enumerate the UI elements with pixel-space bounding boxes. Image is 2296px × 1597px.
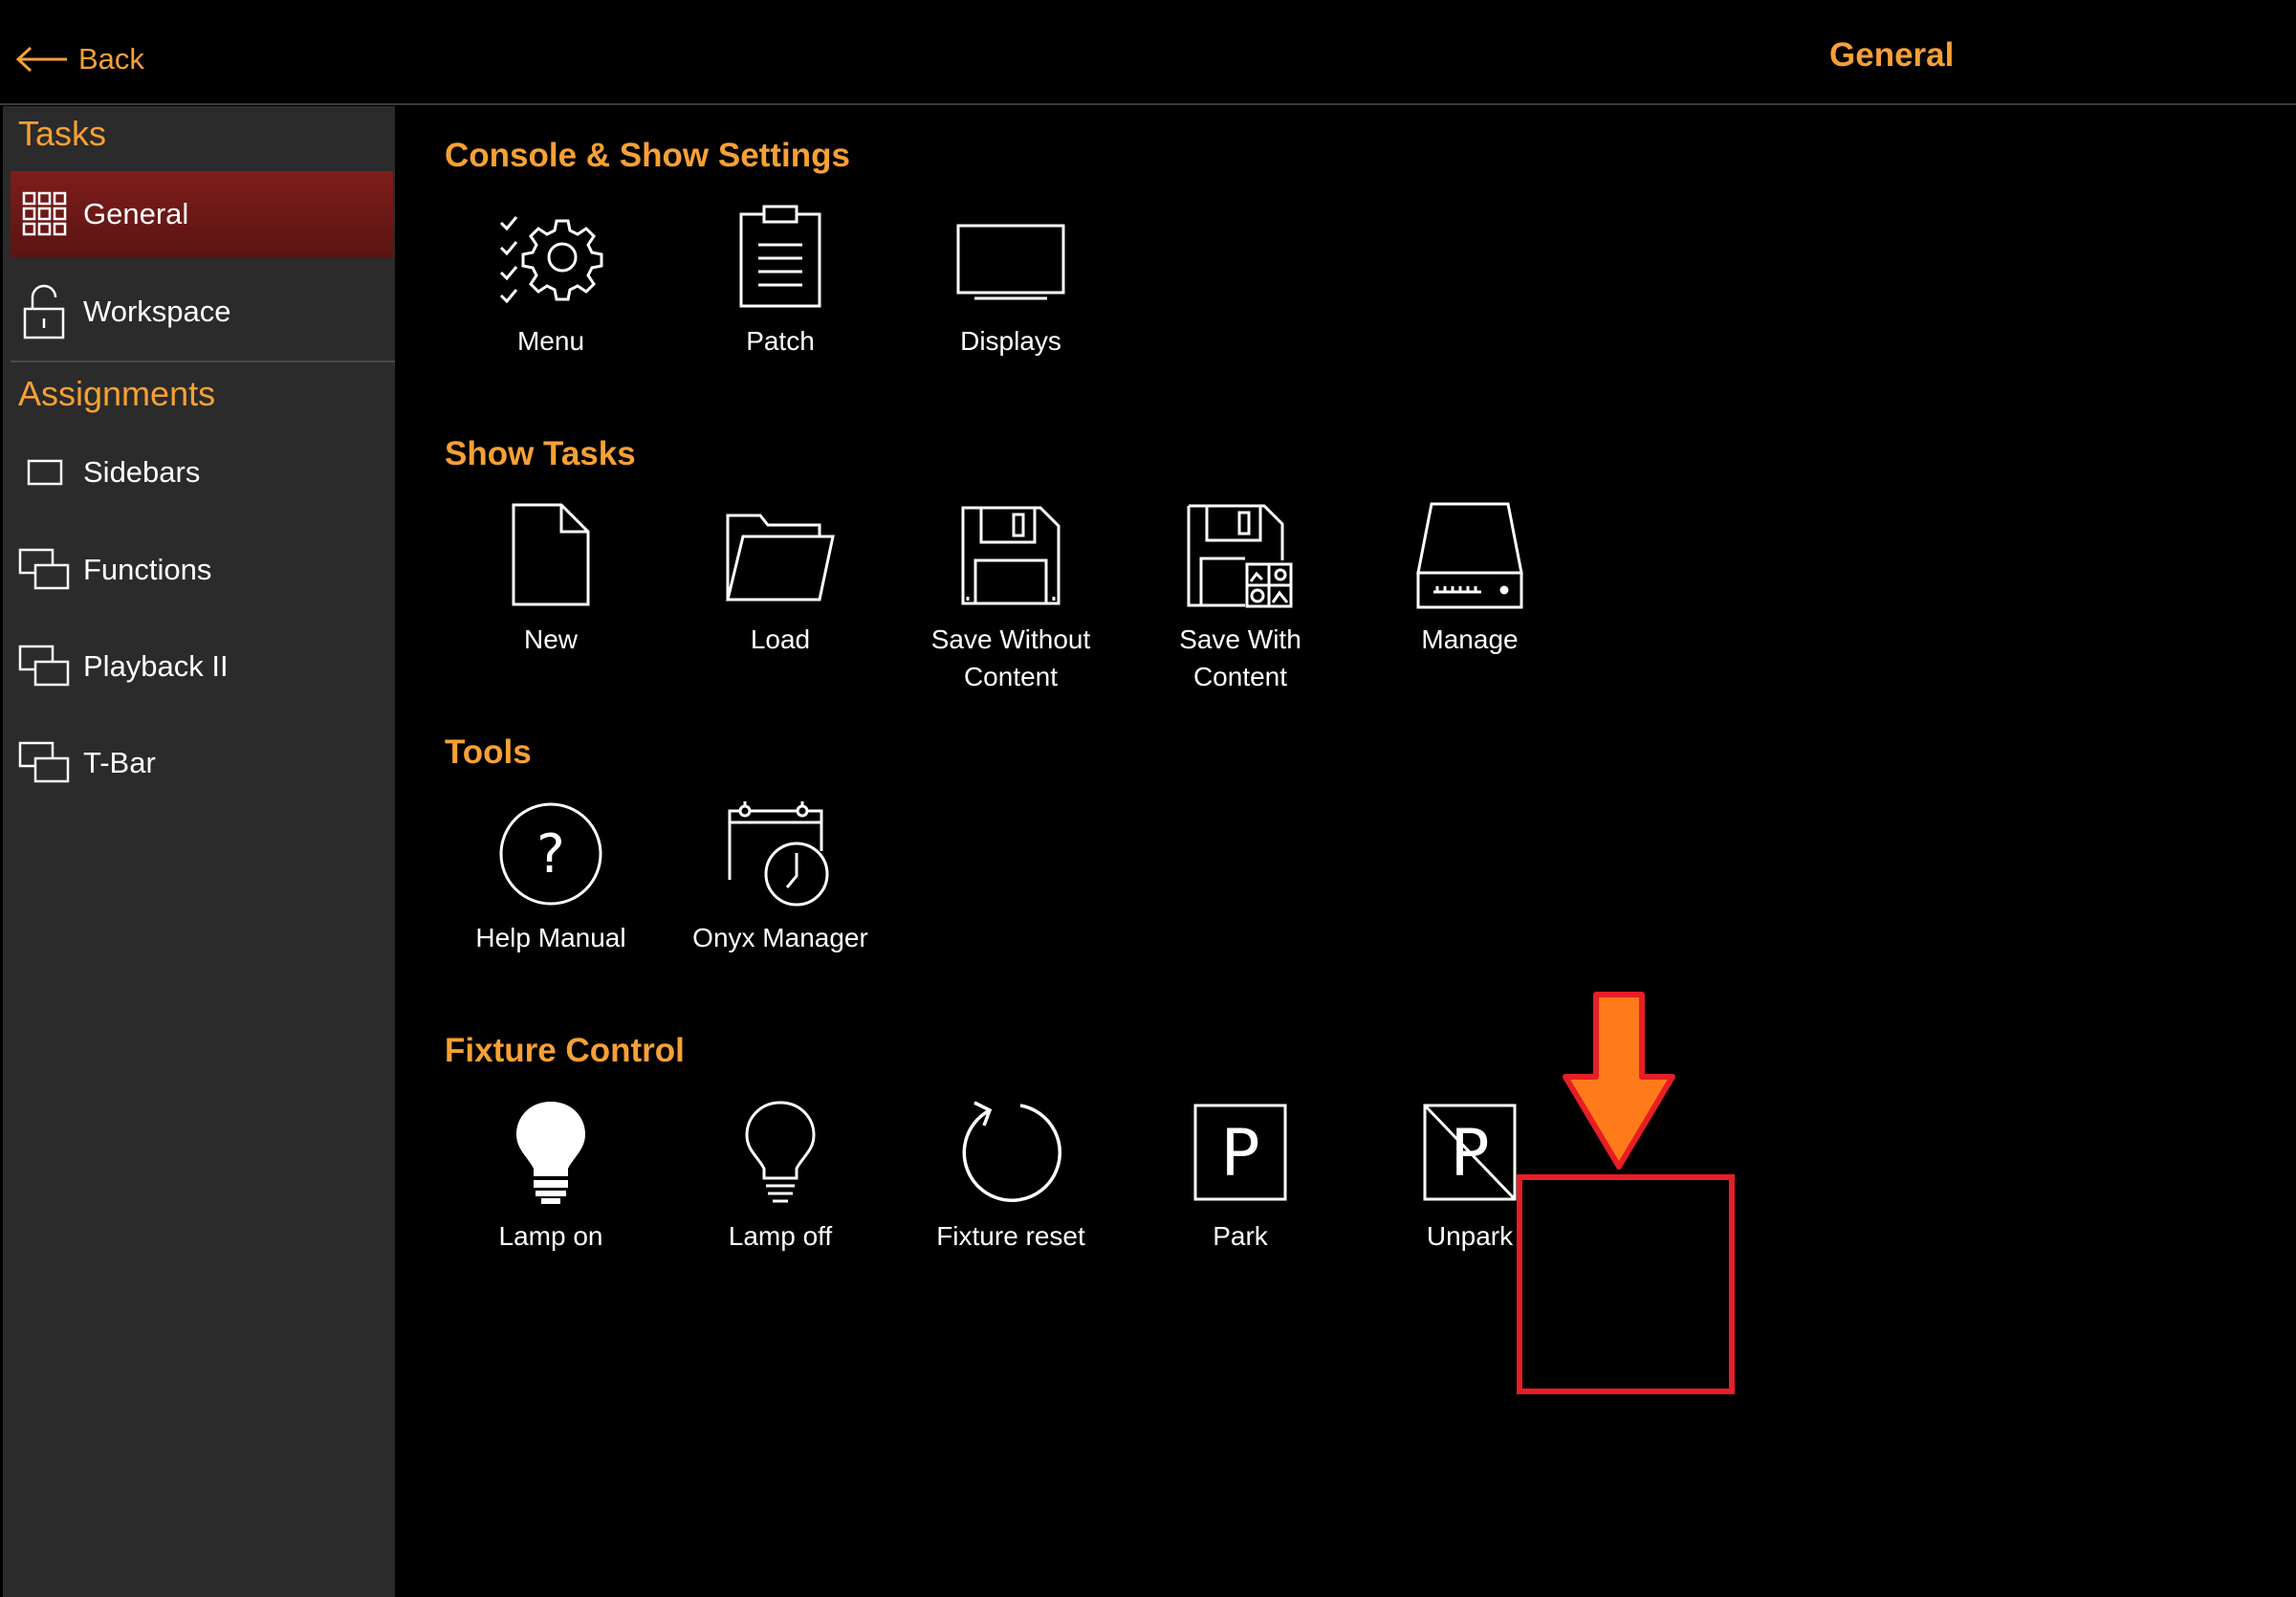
settings-checklist-icon <box>493 200 608 315</box>
sidebar-item-sidebars[interactable]: Sidebars <box>11 429 393 515</box>
sidebar-heading-assignments: Assignments <box>18 374 216 413</box>
menu-button[interactable]: Menu <box>446 200 637 420</box>
unpark-icon: P <box>1412 1095 1527 1210</box>
arrow-left-icon <box>15 46 69 73</box>
sidebar-item-t-bar[interactable]: T-Bar <box>11 720 393 806</box>
back-label: Back <box>78 42 144 76</box>
stacked-windows-icon <box>18 640 72 693</box>
displays-label: Displays <box>960 326 1061 356</box>
main-content: Console & Show Settings Menu Patch Displ… <box>395 106 2296 1597</box>
floppy-icon <box>953 498 1068 613</box>
park-label: Park <box>1213 1221 1268 1251</box>
page-title: General <box>1829 36 1955 74</box>
section-title-tools: Tools <box>445 733 532 771</box>
lamp-off-label: Lamp off <box>728 1221 833 1251</box>
section-title-console-settings: Console & Show Settings <box>445 137 850 174</box>
patch-label: Patch <box>746 326 815 356</box>
calendar-clock-icon <box>723 797 838 911</box>
bulb-filled-icon <box>493 1095 608 1210</box>
section-title-show-tasks: Show Tasks <box>445 435 636 472</box>
save-with-content-label: Save With Content <box>1179 624 1301 691</box>
onyx-manager-label: Onyx Manager <box>692 923 868 952</box>
load-show-button[interactable]: Load <box>675 498 866 718</box>
help-manual-button[interactable]: ? Help Manual <box>446 797 637 1017</box>
save-without-content-label: Save Without Content <box>930 624 1091 691</box>
save-without-content-button[interactable]: Save Without Content <box>906 498 1097 718</box>
section-title-fixture-control: Fixture Control <box>445 1032 685 1069</box>
grid-icon <box>18 187 72 241</box>
park-button[interactable]: P Park <box>1135 1095 1326 1315</box>
lamp-on-button[interactable]: Lamp on <box>446 1095 637 1315</box>
window-icon <box>18 446 72 499</box>
park-highlight-box <box>1517 1174 1735 1394</box>
lock-open-icon <box>18 284 72 339</box>
new-label: New <box>523 624 578 654</box>
onyx-manager-button[interactable]: Onyx Manager <box>675 797 868 1017</box>
app-window: Back General Tasks General Workspace Ass… <box>0 0 2296 1597</box>
sidebar-item-label: Playback II <box>83 649 229 683</box>
new-show-button[interactable]: New <box>446 498 637 718</box>
fixture-reset-button[interactable]: Fixture reset <box>906 1095 1097 1315</box>
manage-label: Manage <box>1421 624 1519 654</box>
sidebar-item-functions[interactable]: Functions <box>11 527 393 613</box>
sidebar-divider <box>11 361 395 362</box>
back-button[interactable]: Back <box>15 36 144 82</box>
clipboard-icon <box>723 200 838 315</box>
sidebar-heading-tasks: Tasks <box>18 114 107 153</box>
floppy-content-icon <box>1183 498 1298 613</box>
header-bar: Back General <box>0 0 2296 105</box>
svg-text:P: P <box>1220 1116 1259 1192</box>
sidebar-item-label: General <box>83 197 189 230</box>
help-manual-label: Help Manual <box>475 923 626 952</box>
stacked-windows-icon <box>18 543 72 597</box>
lamp-on-label: Lamp on <box>498 1221 603 1251</box>
save-with-content-button[interactable]: Save With Content <box>1135 498 1326 718</box>
drive-icon <box>1412 498 1527 613</box>
sidebar-item-label: Functions <box>83 553 212 586</box>
patch-button[interactable]: Patch <box>675 200 866 420</box>
bulb-outline-icon <box>723 1095 838 1210</box>
stacked-windows-icon <box>18 736 72 790</box>
load-label: Load <box>750 624 811 654</box>
sidebar-item-workspace[interactable]: Workspace <box>11 269 393 355</box>
sidebar-item-general[interactable]: General <box>11 171 393 257</box>
svg-text:?: ? <box>536 823 565 886</box>
arrow-down-icon <box>1562 991 1676 1177</box>
displays-button[interactable]: Displays <box>906 200 1097 420</box>
sidebar-item-label: Sidebars <box>83 455 201 489</box>
lamp-off-button[interactable]: Lamp off <box>675 1095 866 1315</box>
menu-label: Menu <box>516 326 585 356</box>
new-file-icon <box>493 498 608 613</box>
reset-icon <box>953 1095 1068 1210</box>
sidebar-item-label: Workspace <box>83 295 231 328</box>
sidebar-item-playback-ii[interactable]: Playback II <box>11 623 393 710</box>
fixture-reset-label: Fixture reset <box>936 1221 1085 1251</box>
manage-button[interactable]: Manage <box>1365 498 1556 718</box>
monitor-icon <box>953 200 1068 315</box>
folder-icon <box>723 498 838 613</box>
park-icon: P <box>1183 1095 1298 1210</box>
help-icon: ? <box>493 797 608 911</box>
sidebar-item-label: T-Bar <box>83 746 156 779</box>
sidebar: Tasks General Workspace Assignments Side… <box>3 106 395 1597</box>
